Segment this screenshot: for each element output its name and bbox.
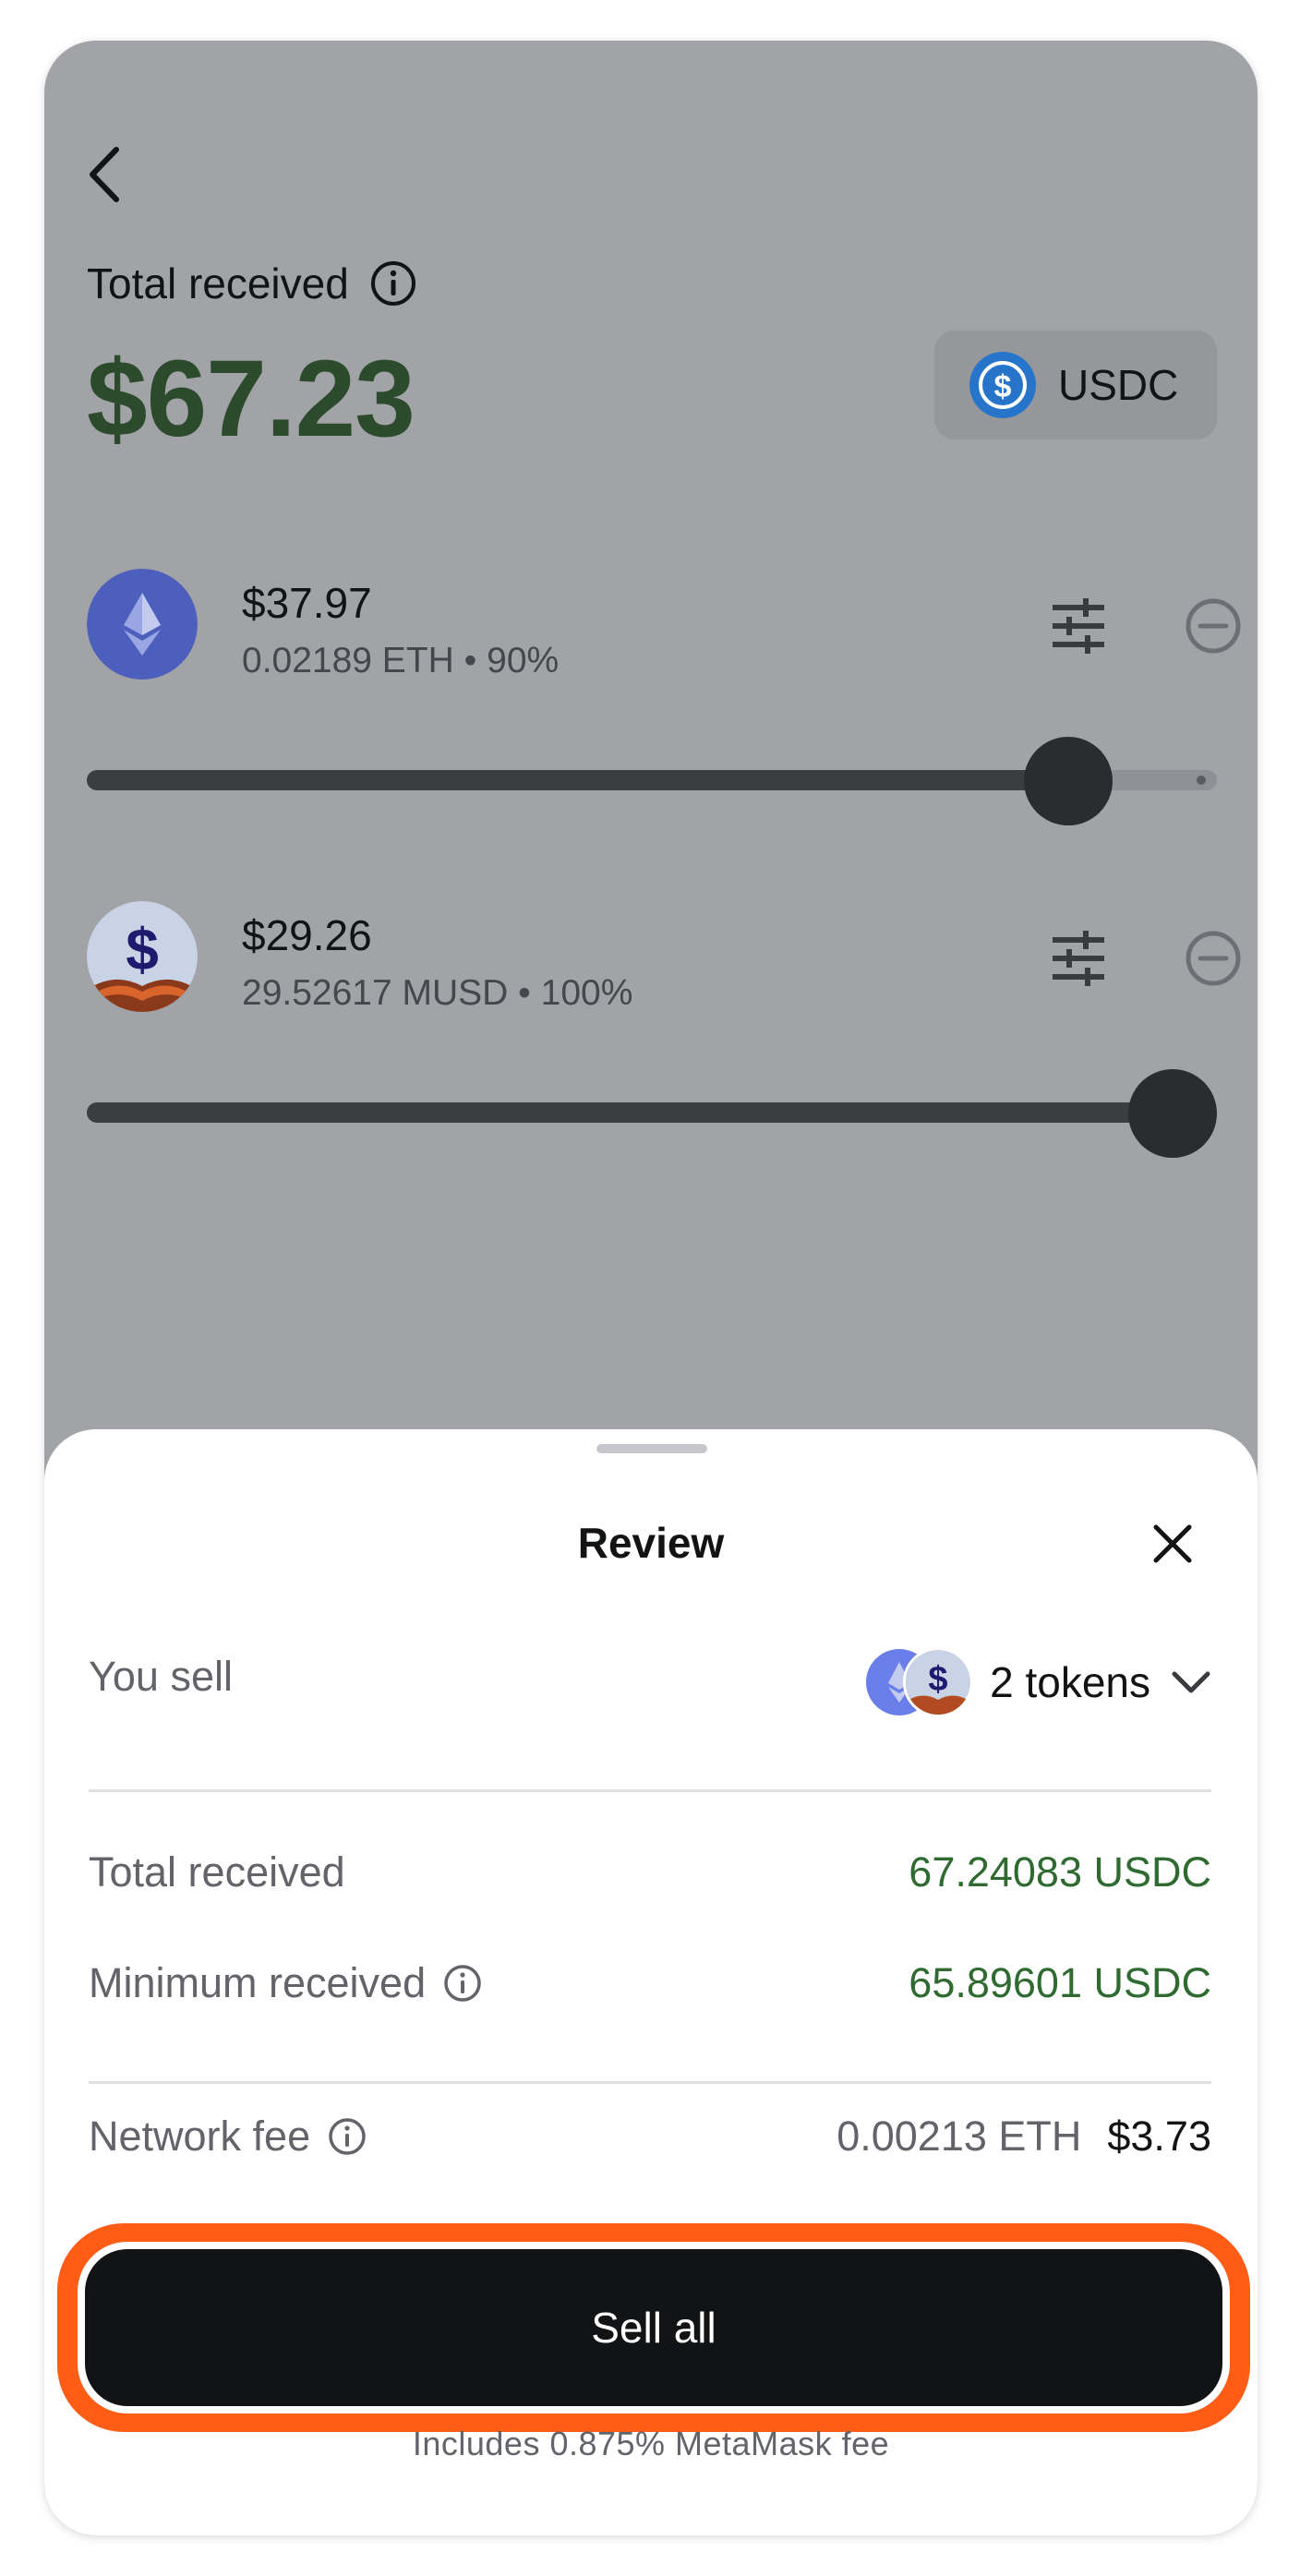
review-bottom-sheet: Review You sell $ 2 tokens Total receive…: [44, 1429, 1258, 2535]
back-button[interactable]: [81, 138, 146, 211]
sliders-icon[interactable]: [1049, 929, 1108, 993]
network-fee-label: Network fee: [89, 2113, 311, 2160]
info-icon[interactable]: [327, 2116, 367, 2157]
network-fee-usd: $3.73: [1107, 2113, 1211, 2160]
info-icon[interactable]: [442, 1963, 483, 2004]
token-stack: $: [866, 1647, 974, 1717]
close-button[interactable]: [1147, 1518, 1198, 1570]
token-value: $37.97: [242, 579, 372, 627]
svg-text:$: $: [126, 916, 159, 982]
slider-fill: [87, 770, 1069, 790]
info-icon[interactable]: [369, 259, 417, 307]
close-icon: [1153, 1524, 1192, 1563]
currency-selector[interactable]: $ USDC: [934, 331, 1217, 439]
eth-icon: [87, 569, 198, 680]
slider-fill: [87, 1102, 1173, 1123]
slider-thumb[interactable]: [1024, 737, 1113, 825]
metamask-fee-note: Includes 0.875% MetaMask fee: [412, 2425, 890, 2462]
percent-slider-musd[interactable]: [87, 1065, 1217, 1158]
currency-label: USDC: [1058, 361, 1179, 409]
token-row-eth: $37.97 0.02189 ETH • 90%: [87, 569, 1241, 683]
musd-icon: $: [87, 901, 198, 1012]
sheet-title: Review: [577, 1519, 725, 1567]
network-fee-eth: 0.00213 ETH: [837, 2113, 1082, 2160]
chevron-down-icon: [1172, 1671, 1210, 1693]
you-sell-label: You sell: [89, 1653, 233, 1700]
divider: [89, 1789, 1211, 1792]
minimum-received-row: Minimum received: [89, 1959, 483, 2007]
minimum-received-label: Minimum received: [89, 1959, 427, 2006]
total-received-value: 67.24083 USDC: [909, 1848, 1211, 1896]
minus-circle-icon[interactable]: [1184, 596, 1243, 660]
sheet-grabber[interactable]: [596, 1444, 707, 1453]
network-fee-row: Network fee: [89, 2113, 367, 2161]
sell-all-button[interactable]: Sell all: [78, 2242, 1230, 2413]
usdc-icon: $: [969, 352, 1036, 418]
svg-text:$: $: [994, 369, 1012, 404]
network-fee-values: 0.00213 ETH $3.73: [837, 2113, 1211, 2161]
token-amount-percent: 29.52617 MUSD • 100%: [242, 973, 633, 1013]
back-arrow-icon: [90, 147, 119, 202]
sliders-icon[interactable]: [1049, 596, 1108, 660]
tokens-count: 2 tokens: [990, 1658, 1150, 1706]
sell-all-label: Sell all: [85, 2249, 1222, 2406]
token-value: $29.26: [242, 911, 372, 959]
phone-screen: Total received $67.23 $ USDC $37.97 0.02…: [44, 41, 1258, 2535]
percent-slider-eth[interactable]: [87, 733, 1217, 825]
token-row-musd: $ $29.26 29.52617 MUSD • 100%: [87, 901, 1241, 1016]
total-received-header: Total received: [87, 259, 417, 308]
slider-end-marker: [1197, 776, 1206, 785]
total-received-amount: $67.23: [87, 338, 415, 460]
minus-circle-icon[interactable]: [1184, 929, 1243, 993]
token-amount-percent: 0.02189 ETH • 90%: [242, 641, 560, 680]
svg-text:$: $: [929, 1660, 948, 1699]
musd-icon: $: [903, 1647, 974, 1717]
total-received-label: Total received: [89, 1848, 345, 1896]
total-received-label: Total received: [87, 259, 349, 307]
tokens-dropdown[interactable]: $ 2 tokens: [866, 1647, 1211, 1717]
slider-thumb[interactable]: [1128, 1069, 1217, 1158]
minimum-received-value: 65.89601 USDC: [909, 1959, 1211, 2006]
divider: [89, 2081, 1211, 2084]
